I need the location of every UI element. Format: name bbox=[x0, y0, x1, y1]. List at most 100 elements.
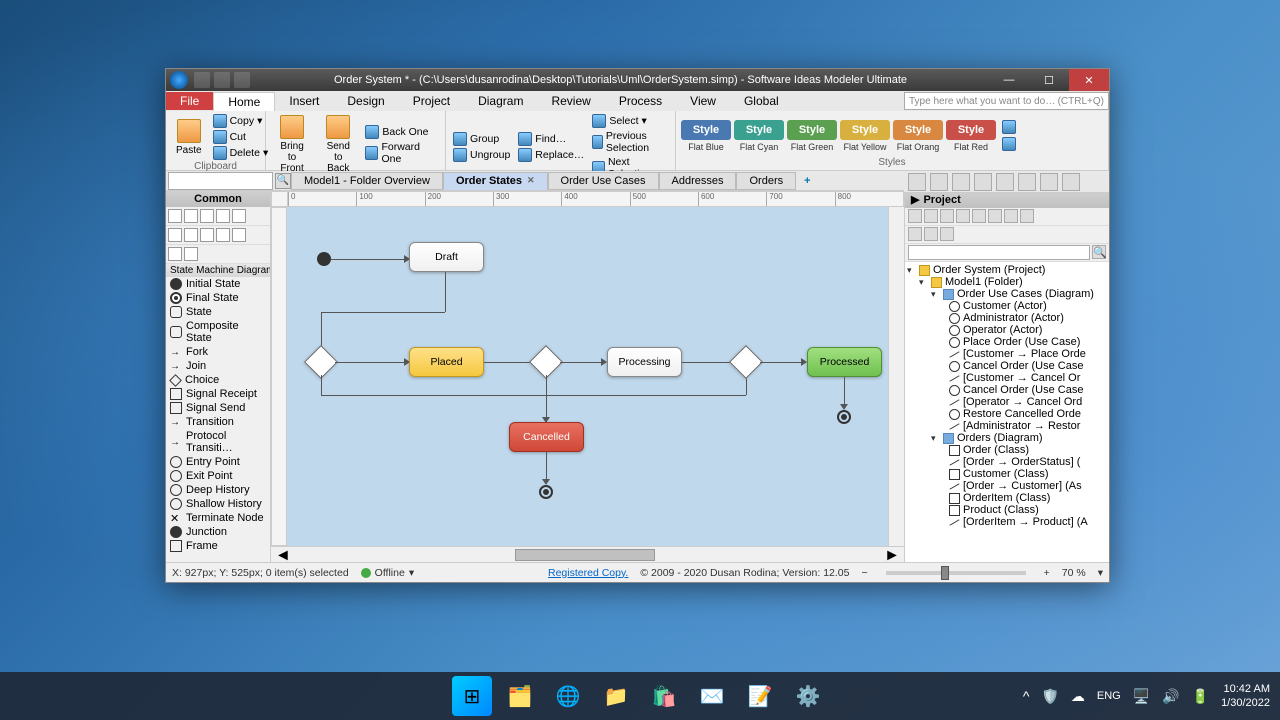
style-more-icon[interactable] bbox=[1002, 120, 1016, 134]
tab-project[interactable]: Project bbox=[399, 92, 464, 110]
search-icon[interactable]: 🔍 bbox=[1092, 245, 1106, 259]
tray-clock[interactable]: 10:42 AM 1/30/2022 bbox=[1221, 682, 1270, 711]
tool-exit-point[interactable]: Exit Point bbox=[166, 469, 270, 483]
tool-composite-state[interactable]: Composite State bbox=[166, 319, 270, 345]
tray-volume-icon[interactable]: 🔊 bbox=[1162, 688, 1179, 705]
proj-tool-icon[interactable] bbox=[908, 209, 922, 223]
tree-item[interactable]: Administrator (Actor) bbox=[907, 312, 1107, 324]
tree-item[interactable]: Restore Cancelled Orde bbox=[907, 408, 1107, 420]
send-back-button[interactable]: Send to Back bbox=[316, 113, 360, 176]
search-icon[interactable]: 🔍 bbox=[275, 173, 291, 189]
tree-item[interactable]: ▾Order System (Project) bbox=[907, 264, 1107, 276]
tool-icon[interactable] bbox=[184, 228, 198, 242]
diagram-canvas[interactable]: Draft Placed bbox=[287, 207, 888, 546]
tree-item[interactable]: Order (Class) bbox=[907, 444, 1107, 456]
tool-deep-history[interactable]: Deep History bbox=[166, 483, 270, 497]
bring-front-button[interactable]: Bring to Front bbox=[270, 113, 314, 176]
toolbox-section-header[interactable]: State Machine Diagram bbox=[166, 264, 270, 277]
tree-item[interactable]: Product (Class) bbox=[907, 504, 1107, 516]
tool-terminate[interactable]: ✕Terminate Node bbox=[166, 511, 270, 525]
final-state-cancelled[interactable] bbox=[539, 485, 553, 499]
panel-tool-icon[interactable] bbox=[1040, 173, 1058, 191]
tree-item[interactable]: [OrderItem → Product] (A bbox=[907, 516, 1107, 528]
state-processing[interactable]: Processing bbox=[607, 347, 682, 377]
tree-item[interactable]: Operator (Actor) bbox=[907, 324, 1107, 336]
tool-protocol-transition[interactable]: Protocol Transiti… bbox=[166, 429, 270, 455]
initial-state-node[interactable] bbox=[317, 252, 331, 266]
omnibox-input[interactable]: Type here what you want to do… (CTRL+Q) bbox=[904, 92, 1109, 110]
tray-security-icon[interactable]: 🛡️ bbox=[1041, 688, 1058, 705]
final-state-processed[interactable] bbox=[837, 410, 851, 424]
tool-shallow-history[interactable]: Shallow History bbox=[166, 497, 270, 511]
panel-tool-icon[interactable] bbox=[1062, 173, 1080, 191]
qat-save-icon[interactable] bbox=[194, 72, 210, 88]
doc-tab-orders[interactable]: Orders bbox=[736, 172, 796, 190]
doc-tab-order-states[interactable]: Order States✕ bbox=[443, 172, 548, 190]
doc-tab-use-cases[interactable]: Order Use Cases bbox=[548, 172, 659, 190]
tab-close-icon[interactable]: ✕ bbox=[527, 175, 535, 186]
tab-review[interactable]: Review bbox=[537, 92, 604, 110]
zoom-slider[interactable] bbox=[886, 571, 1026, 575]
scrollbar-vertical[interactable] bbox=[888, 207, 904, 546]
tab-home[interactable]: Home bbox=[213, 92, 275, 111]
find-button[interactable]: Find… bbox=[515, 131, 587, 147]
tool-icon[interactable] bbox=[216, 228, 230, 242]
tree-item[interactable]: [Customer → Cancel Or bbox=[907, 372, 1107, 384]
taskbar-explorer-icon[interactable]: 🗂️ bbox=[500, 676, 540, 716]
tab-global[interactable]: Global bbox=[730, 92, 793, 110]
style-orange-button[interactable]: Style bbox=[893, 120, 943, 140]
tray-chevron-icon[interactable]: ^ bbox=[1023, 688, 1030, 704]
tray-language[interactable]: ENG bbox=[1097, 690, 1121, 702]
tree-search-input[interactable] bbox=[908, 245, 1090, 260]
taskbar-files-icon[interactable]: 📁 bbox=[596, 676, 636, 716]
panel-tool-icon[interactable] bbox=[996, 173, 1014, 191]
cut-button[interactable]: Cut bbox=[210, 129, 272, 145]
taskbar-app-icon[interactable]: 📝 bbox=[740, 676, 780, 716]
tab-view[interactable]: View bbox=[676, 92, 730, 110]
tool-icon[interactable] bbox=[232, 228, 246, 242]
proj-tool-icon[interactable] bbox=[956, 209, 970, 223]
tool-icon[interactable] bbox=[232, 209, 246, 223]
toolbox-common-header[interactable]: Common bbox=[166, 191, 270, 207]
style-blue-button[interactable]: Style bbox=[681, 120, 731, 140]
style-yellow-button[interactable]: Style bbox=[840, 120, 890, 140]
style-green-button[interactable]: Style bbox=[787, 120, 837, 140]
choice-node-1[interactable] bbox=[304, 345, 338, 379]
tree-item[interactable]: Customer (Actor) bbox=[907, 300, 1107, 312]
forward-one-button[interactable]: Forward One bbox=[362, 140, 441, 166]
tab-diagram[interactable]: Diagram bbox=[464, 92, 537, 110]
taskbar-mail-icon[interactable]: ✉️ bbox=[692, 676, 732, 716]
tool-icon[interactable] bbox=[168, 247, 182, 261]
tool-icon[interactable] bbox=[200, 209, 214, 223]
tab-process[interactable]: Process bbox=[605, 92, 676, 110]
tree-item[interactable]: Place Order (Use Case) bbox=[907, 336, 1107, 348]
tray-battery-icon[interactable]: 🔋 bbox=[1192, 688, 1209, 705]
copy-button[interactable]: Copy ▾ bbox=[210, 113, 272, 129]
panel-tool-icon[interactable] bbox=[908, 173, 926, 191]
zoom-level[interactable]: 70 % bbox=[1062, 567, 1086, 579]
proj-tool-icon[interactable] bbox=[1004, 209, 1018, 223]
tool-junction[interactable]: Junction bbox=[166, 525, 270, 539]
tool-icon[interactable] bbox=[184, 209, 198, 223]
panel-tool-icon[interactable] bbox=[1018, 173, 1036, 191]
proj-tool-icon[interactable] bbox=[908, 227, 922, 241]
back-one-button[interactable]: Back One bbox=[362, 124, 441, 140]
replace-button[interactable]: Replace… bbox=[515, 147, 587, 163]
tool-pointer-icon[interactable] bbox=[168, 209, 182, 223]
choice-node-2[interactable] bbox=[529, 345, 563, 379]
tree-item[interactable]: Cancel Order (Use Case bbox=[907, 384, 1107, 396]
tree-item[interactable]: Cancel Order (Use Case bbox=[907, 360, 1107, 372]
proj-tool-icon[interactable] bbox=[1020, 209, 1034, 223]
add-tab-button[interactable]: + bbox=[796, 173, 818, 189]
tool-icon[interactable] bbox=[216, 209, 230, 223]
proj-tool-icon[interactable] bbox=[924, 227, 938, 241]
state-draft[interactable]: Draft bbox=[409, 242, 484, 272]
close-button[interactable]: ✕ bbox=[1069, 69, 1109, 91]
taskbar-store-icon[interactable]: 🛍️ bbox=[644, 676, 684, 716]
qat-redo-icon[interactable] bbox=[234, 72, 250, 88]
doc-tab-addresses[interactable]: Addresses bbox=[659, 172, 737, 190]
group-button[interactable]: Group bbox=[450, 131, 513, 147]
choice-node-3[interactable] bbox=[729, 345, 763, 379]
tool-frame[interactable]: Frame bbox=[166, 539, 270, 553]
tree-item[interactable]: [Order → Customer] (As bbox=[907, 480, 1107, 492]
